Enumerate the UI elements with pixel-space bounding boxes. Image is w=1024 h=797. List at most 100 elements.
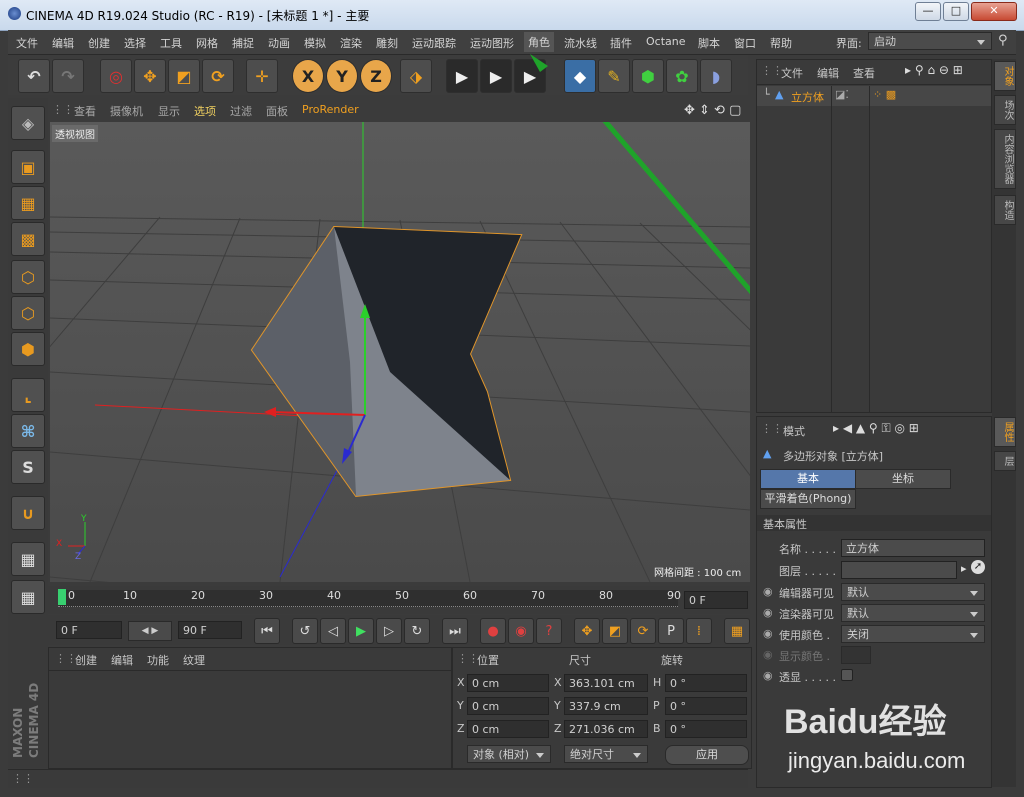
timeline-scheme-icon[interactable]: ▦ xyxy=(724,618,750,644)
previous-frame-icon[interactable]: ◁ xyxy=(320,618,346,644)
y-axis-lock-icon[interactable]: Y xyxy=(326,59,358,93)
scale-icon[interactable]: ◩ xyxy=(168,59,200,93)
viewport-menu-panel[interactable]: 面板 xyxy=(266,103,288,119)
position-key-icon[interactable]: ✥ xyxy=(574,618,600,644)
pos-x-field[interactable]: 0 cm xyxy=(467,674,549,692)
menu-window[interactable]: 窗口 xyxy=(734,35,756,51)
scale-key-icon[interactable]: ◩ xyxy=(602,618,628,644)
coord-mode-dropdown[interactable]: 对象 (相对) xyxy=(467,745,551,763)
current-frame-field[interactable]: 0 F xyxy=(684,591,748,609)
end-frame-field[interactable]: 90 F xyxy=(178,621,242,639)
close-button[interactable]: ✕ xyxy=(971,2,1017,21)
menu-pipeline[interactable]: 流水线 xyxy=(564,35,597,51)
go-to-end-icon[interactable]: ⏭ xyxy=(442,618,468,644)
apply-button[interactable]: 应用 xyxy=(665,745,749,765)
menu-mesh[interactable]: 网格 xyxy=(196,35,218,51)
material-menu-edit[interactable]: 编辑 xyxy=(111,652,133,668)
next-frame-icon[interactable]: ▷ xyxy=(376,618,402,644)
use-color-radio[interactable]: ◉ xyxy=(763,627,773,640)
menu-mograph[interactable]: 运动图形 xyxy=(470,35,514,51)
tab-attributes[interactable]: 属性 xyxy=(994,417,1016,447)
menu-simulate[interactable]: 模拟 xyxy=(304,35,326,51)
size-y-field[interactable]: 337.9 cm xyxy=(564,697,648,715)
menu-create[interactable]: 创建 xyxy=(88,35,110,51)
points-mode-icon[interactable]: ⬡ xyxy=(11,260,45,294)
record-active-objects-icon[interactable]: ● xyxy=(480,618,506,644)
tab-takes[interactable]: 场次 xyxy=(994,95,1016,125)
next-key-icon[interactable]: ↻ xyxy=(404,618,430,644)
tab-phong[interactable]: 平滑着色(Phong) xyxy=(760,489,856,509)
layer-arrow-icon[interactable]: ▸ xyxy=(961,562,967,575)
range-slider[interactable]: ◀ ▶ xyxy=(128,621,172,641)
live-select-icon[interactable]: ◎ xyxy=(100,59,132,93)
tab-content-browser[interactable]: 内容浏览器 xyxy=(994,129,1016,189)
redo-icon[interactable]: ↷ xyxy=(52,59,84,93)
visibility-icon[interactable]: ◪⁚ xyxy=(835,88,849,101)
workplane-mode-icon[interactable]: ▩ xyxy=(11,222,45,256)
menu-tools[interactable]: 工具 xyxy=(160,35,182,51)
object-menu-edit[interactable]: 编辑 xyxy=(817,65,839,81)
rot-h-field[interactable]: 0 ° xyxy=(665,674,747,692)
render-visible-dropdown[interactable]: 默认 xyxy=(841,604,985,622)
object-toolbar-icons[interactable]: ▸ ⚲ ⌂ ⊖ ⊞ xyxy=(905,63,963,77)
editor-visible-dropdown[interactable]: 默认 xyxy=(841,583,985,601)
menu-snap[interactable]: 捕捉 xyxy=(232,35,254,51)
xray-checkbox[interactable] xyxy=(841,669,853,681)
cube-icon[interactable]: ◆ xyxy=(564,59,596,93)
menu-edit[interactable]: 编辑 xyxy=(52,35,74,51)
viewport-menu-filter[interactable]: 过滤 xyxy=(230,103,252,119)
menu-plugins[interactable]: 插件 xyxy=(610,35,632,51)
coordinate-system-icon[interactable]: ⬗ xyxy=(400,59,432,93)
timeline-ruler[interactable]: 0 10 20 30 40 50 60 70 80 90 0 F xyxy=(48,586,750,614)
size-z-field[interactable]: 271.036 cm xyxy=(564,720,648,738)
axis-mode-icon[interactable]: ⌞ xyxy=(11,378,45,412)
tab-layers[interactable]: 层 xyxy=(994,451,1016,471)
layout-dropdown[interactable]: 启动 xyxy=(868,32,992,50)
menu-select[interactable]: 选择 xyxy=(124,35,146,51)
polygons-mode-icon[interactable]: ⬢ xyxy=(11,332,45,366)
pen-icon[interactable]: ✎ xyxy=(598,59,630,93)
layer-pick-icon[interactable]: ➚ xyxy=(971,560,985,574)
render-visible-radio[interactable]: ◉ xyxy=(763,606,773,619)
cloner-icon[interactable]: ✿ xyxy=(666,59,698,93)
play-icon[interactable]: ▶ xyxy=(348,618,374,644)
go-to-start-icon[interactable]: ⏮ xyxy=(254,618,280,644)
tab-objects[interactable]: 对象 xyxy=(994,61,1016,91)
menu-file[interactable]: 文件 xyxy=(16,35,38,51)
material-menu-function[interactable]: 功能 xyxy=(147,652,169,668)
undo-icon[interactable]: ↶ xyxy=(18,59,50,93)
subdivision-icon[interactable]: ⬢ xyxy=(632,59,664,93)
recent-tool-icon[interactable]: ✛ xyxy=(246,59,278,93)
menu-animate[interactable]: 动画 xyxy=(268,35,290,51)
texture-mode-icon[interactable]: ▦ xyxy=(11,186,45,220)
previous-key-icon[interactable]: ↺ xyxy=(292,618,318,644)
object-menu-file[interactable]: 文件 xyxy=(781,65,803,81)
menu-script[interactable]: 脚本 xyxy=(698,35,720,51)
layer-field[interactable] xyxy=(841,561,957,579)
timeline-playhead[interactable] xyxy=(58,589,66,605)
x-axis-lock-icon[interactable]: X xyxy=(292,59,324,93)
autokeying-icon[interactable]: ◉ xyxy=(508,618,534,644)
object-row-cube[interactable]: └ ▲ 立方体 ◪⁚ ⁘ ▩ xyxy=(757,86,991,106)
name-field[interactable]: 立方体 xyxy=(841,539,985,557)
z-axis-lock-icon[interactable]: Z xyxy=(360,59,392,93)
snap-icon[interactable]: S xyxy=(11,450,45,484)
tag-icons[interactable]: ⁘ ▩ xyxy=(873,88,896,101)
rotation-key-icon[interactable]: ⟳ xyxy=(630,618,656,644)
magnet-icon[interactable]: ∪ xyxy=(11,496,45,530)
render-view-icon[interactable]: ▶ xyxy=(446,59,478,93)
attr-mode-menu[interactable]: 模式 xyxy=(783,423,805,439)
tweak-mode-icon[interactable]: ⌘ xyxy=(11,414,45,448)
planar-workplane-icon[interactable]: ▦ xyxy=(11,580,45,614)
viewport-navigation-icons[interactable]: ✥ ⇕ ⟲ ▢ xyxy=(684,103,741,118)
perspective-viewport[interactable]: 透视视图 网格间距 : 100 cm Y X Z xyxy=(50,122,750,582)
start-frame-field[interactable]: 0 F xyxy=(56,621,122,639)
object-menu-view[interactable]: 查看 xyxy=(853,65,875,81)
rot-b-field[interactable]: 0 ° xyxy=(665,720,747,738)
deformer-icon[interactable]: ◗ xyxy=(700,59,732,93)
attr-toolbar-icons[interactable]: ▸ ◀ ▲ ⚲ ⚿ ◎ ⊞ xyxy=(833,421,919,436)
material-menu-texture[interactable]: 纹理 xyxy=(183,652,205,668)
minimize-button[interactable]: — xyxy=(915,2,941,21)
render-picture-viewer-icon[interactable]: ▶ xyxy=(480,59,512,93)
maximize-button[interactable]: □ xyxy=(943,2,969,21)
